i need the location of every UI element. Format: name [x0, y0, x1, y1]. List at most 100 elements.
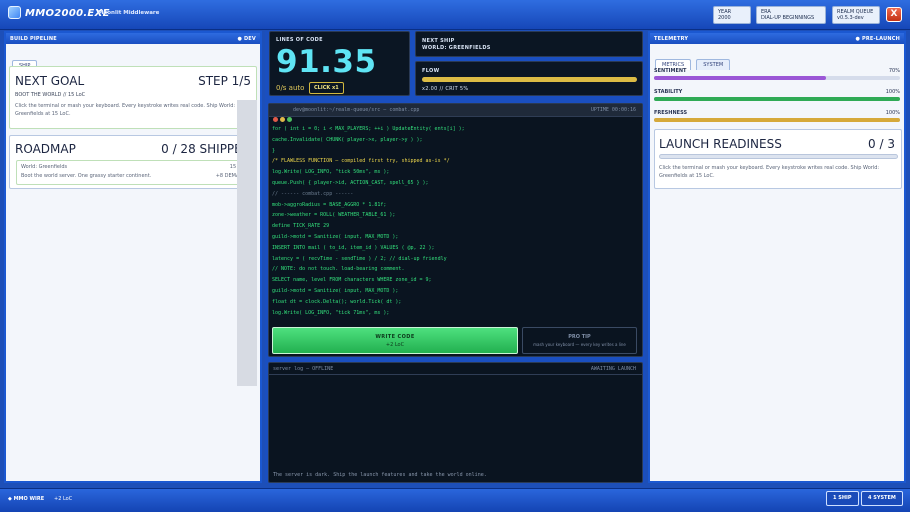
- write-code-sub: +2 LoC: [385, 342, 405, 348]
- app-subtitle: Moonlit Middleware: [98, 10, 160, 16]
- code-line: float dt = clock.Delta(); world.Tick( dt…: [272, 298, 402, 305]
- bottom-bar: ◆ MMO WIRE +2 LoC: [0, 488, 910, 512]
- era-chip: ERA DIAL-UP BEGINNINGS: [756, 6, 826, 24]
- code-line: latency = ( recvTime - sendTime ) / 2; /…: [272, 255, 447, 262]
- year-value: 2000: [718, 15, 731, 21]
- next-goal-card: NEXT GOAL STEP 1/5 BOOT THE WORLD // 15 …: [9, 66, 257, 129]
- panel-header: TELEMETRY ● PRE-LAUNCH: [650, 33, 904, 44]
- panel-title: TELEMETRY: [654, 36, 689, 42]
- server-log-header: server log — OFFLINE AWAITING LAUNCH: [269, 363, 642, 375]
- server-log-text: The server is dark. Ship the launch feat…: [273, 472, 487, 478]
- goal-title: NEXT GOAL: [15, 74, 85, 88]
- server-log: server log — OFFLINE AWAITING LAUNCH The…: [268, 362, 643, 483]
- launch-progress-bar: [659, 154, 898, 159]
- metric-value: 100%: [885, 110, 900, 116]
- code-line: mob->aggroRadius = BASE_AGGRO * 1.81f;: [272, 201, 387, 208]
- code-line: define TICK_RATE 29: [272, 223, 330, 230]
- ship-button[interactable]: 1 SHIP: [826, 491, 859, 506]
- code-line: }: [272, 147, 276, 154]
- metric-value: 70%: [888, 68, 900, 74]
- roadmap-item[interactable]: World: Greenfields Boot the world server…: [16, 160, 252, 185]
- metric-bar-fill: [654, 76, 827, 80]
- launch-readiness-card: LAUNCH READINESS 0 / 3 Click the termina…: [654, 129, 902, 189]
- launch-title: LAUNCH READINESS: [659, 137, 782, 151]
- roadmap-title: ROADMAP: [15, 142, 76, 156]
- loc-rate: 0/s auto: [276, 84, 305, 92]
- roadmap-item-desc: Boot the world server. One grassy starte…: [21, 173, 152, 179]
- tab-system[interactable]: SYSTEM: [696, 59, 731, 70]
- code-line: guild->motd = Sanitize( input, MAX_MOTD …: [272, 287, 399, 294]
- terminal-titlebar: dev@moonlit:~/realm-queue/src — combat.c…: [269, 104, 642, 122]
- pro-tip-box: PRO TIP mash your keyboard — every key w…: [522, 327, 637, 354]
- metric-label: FRESHNESS: [654, 110, 688, 116]
- system-button[interactable]: 4 SYSTEM: [861, 491, 903, 506]
- left-scrollbar[interactable]: [237, 100, 257, 386]
- pro-tip-title: PRO TIP: [568, 334, 591, 340]
- code-line: INSERT INTO mail ( to_id, item_id ) VALU…: [272, 244, 435, 251]
- title-bar: MMO2000.EXE Moonlit Middleware YEAR 2000…: [0, 0, 910, 30]
- code-line: log.Write( LOG_INFO, "tick 50ms", ms );: [272, 169, 390, 176]
- click-multiplier-button[interactable]: CLICK x1: [309, 82, 344, 94]
- terminal-path: dev@moonlit:~/realm-queue/src — combat.c…: [293, 107, 420, 113]
- code-line: log.Write( LOG_INFO, "tick 71ms", ms );: [272, 309, 390, 316]
- code-line: // ------ combat.cpp ------: [272, 190, 354, 197]
- loc-counter: LINES OF CODE 91.35 0/s auto CLICK x1: [269, 31, 410, 96]
- launch-description: Click the terminal or mash your keyboard…: [659, 165, 880, 179]
- code-line: // NOTE: do not touch. load-bearing comm…: [272, 266, 405, 273]
- metric-bar: [654, 97, 900, 101]
- code-line: guild->motd = Sanitize( input, MAX_MOTD …: [272, 233, 399, 240]
- close-button[interactable]: X: [886, 7, 902, 22]
- loc-value: 91.35: [276, 44, 377, 80]
- code-line: cache.Invalidate( CHUNK( player->x, play…: [272, 136, 423, 143]
- flow-box: FLOW x2.00 // CRIT 5%: [415, 61, 643, 96]
- panel-header: BUILD PIPELINE ● DEV: [6, 33, 260, 44]
- server-log-label: server log — OFFLINE: [273, 366, 334, 372]
- goal-description: Click the terminal or mash your keyboard…: [15, 103, 236, 117]
- loc-label: LINES OF CODE: [276, 37, 323, 43]
- mmo-wire-value: +2 LoC: [54, 496, 73, 502]
- app-window: MMO2000.EXE Moonlit Middleware YEAR 2000…: [0, 0, 910, 512]
- goal-subtitle: BOOT THE WORLD // 15 LoC: [15, 92, 86, 98]
- pro-tip-text: mash your keyboard — every key writes a …: [533, 342, 626, 347]
- code-line: /* FLAWLESS FUNCTION — compiled first tr…: [272, 158, 450, 165]
- metric-bar-fill: [654, 118, 900, 122]
- dev-badge: ● DEV: [237, 36, 256, 42]
- year-chip: YEAR 2000: [713, 6, 751, 24]
- metric-bar: [654, 118, 900, 122]
- panel-title: BUILD PIPELINE: [10, 36, 57, 42]
- terminal-close-dot-icon: [273, 117, 278, 122]
- flow-label: FLOW: [422, 68, 440, 74]
- realm-chip: REALM QUEUE v0.5.3-dev: [832, 6, 880, 24]
- write-code-label: WRITE CODE: [375, 334, 415, 340]
- code-line: queue.Push( { player->id, ACTION_CAST, s…: [272, 179, 429, 186]
- goal-step: STEP 1/5: [198, 74, 251, 88]
- metric-label: SENTIMENT: [654, 68, 687, 74]
- app-logo-icon: [8, 6, 21, 19]
- next-ship-box: NEXT SHIP WORLD: GREENFIELDS: [415, 31, 643, 57]
- metric-bar: [654, 76, 900, 80]
- terminal-maximize-dot-icon: [287, 117, 292, 122]
- flow-bar: [422, 77, 637, 82]
- write-code-button[interactable]: WRITE CODE +2 LoC: [272, 327, 518, 354]
- realm-value: v0.5.3-dev: [837, 15, 864, 21]
- flow-value: x2.00 // CRIT 5%: [422, 86, 469, 92]
- metric-bar-fill: [654, 97, 900, 101]
- roadmap-item-name: World: Greenfields: [21, 164, 68, 170]
- code-line: for ( int i = 0; i < MAX_PLAYERS; ++i ) …: [272, 126, 465, 132]
- mmo-wire-label: ◆ MMO WIRE: [8, 496, 45, 502]
- next-ship-label: NEXT SHIP: [422, 38, 455, 44]
- terminal-uptime: UPTIME 00:00:16: [590, 107, 636, 113]
- era-value: DIAL-UP BEGINNINGS: [761, 15, 815, 21]
- metric-value: 100%: [885, 89, 900, 95]
- code-lines: for ( int i = 0; i < MAX_PLAYERS; ++i ) …: [272, 124, 638, 318]
- flow-bar-fill: [422, 77, 637, 82]
- roadmap-card: ROADMAP 0 / 28 SHIPPED World: Greenfield…: [9, 135, 257, 189]
- code-line: SELECT name, level FROM characters WHERE…: [272, 277, 432, 284]
- metric-label: STABILITY: [654, 89, 683, 95]
- server-log-status: AWAITING LAUNCH: [590, 366, 636, 372]
- launch-count: 0 / 3: [868, 137, 895, 151]
- code-line: zone->weather = ROLL( WEATHER_TABLE_61 )…: [272, 212, 396, 219]
- pre-launch-badge: ● PRE-LAUNCH: [855, 36, 900, 42]
- next-ship-value: WORLD: GREENFIELDS: [422, 45, 491, 51]
- app-title: MMO2000.EXE: [25, 8, 110, 19]
